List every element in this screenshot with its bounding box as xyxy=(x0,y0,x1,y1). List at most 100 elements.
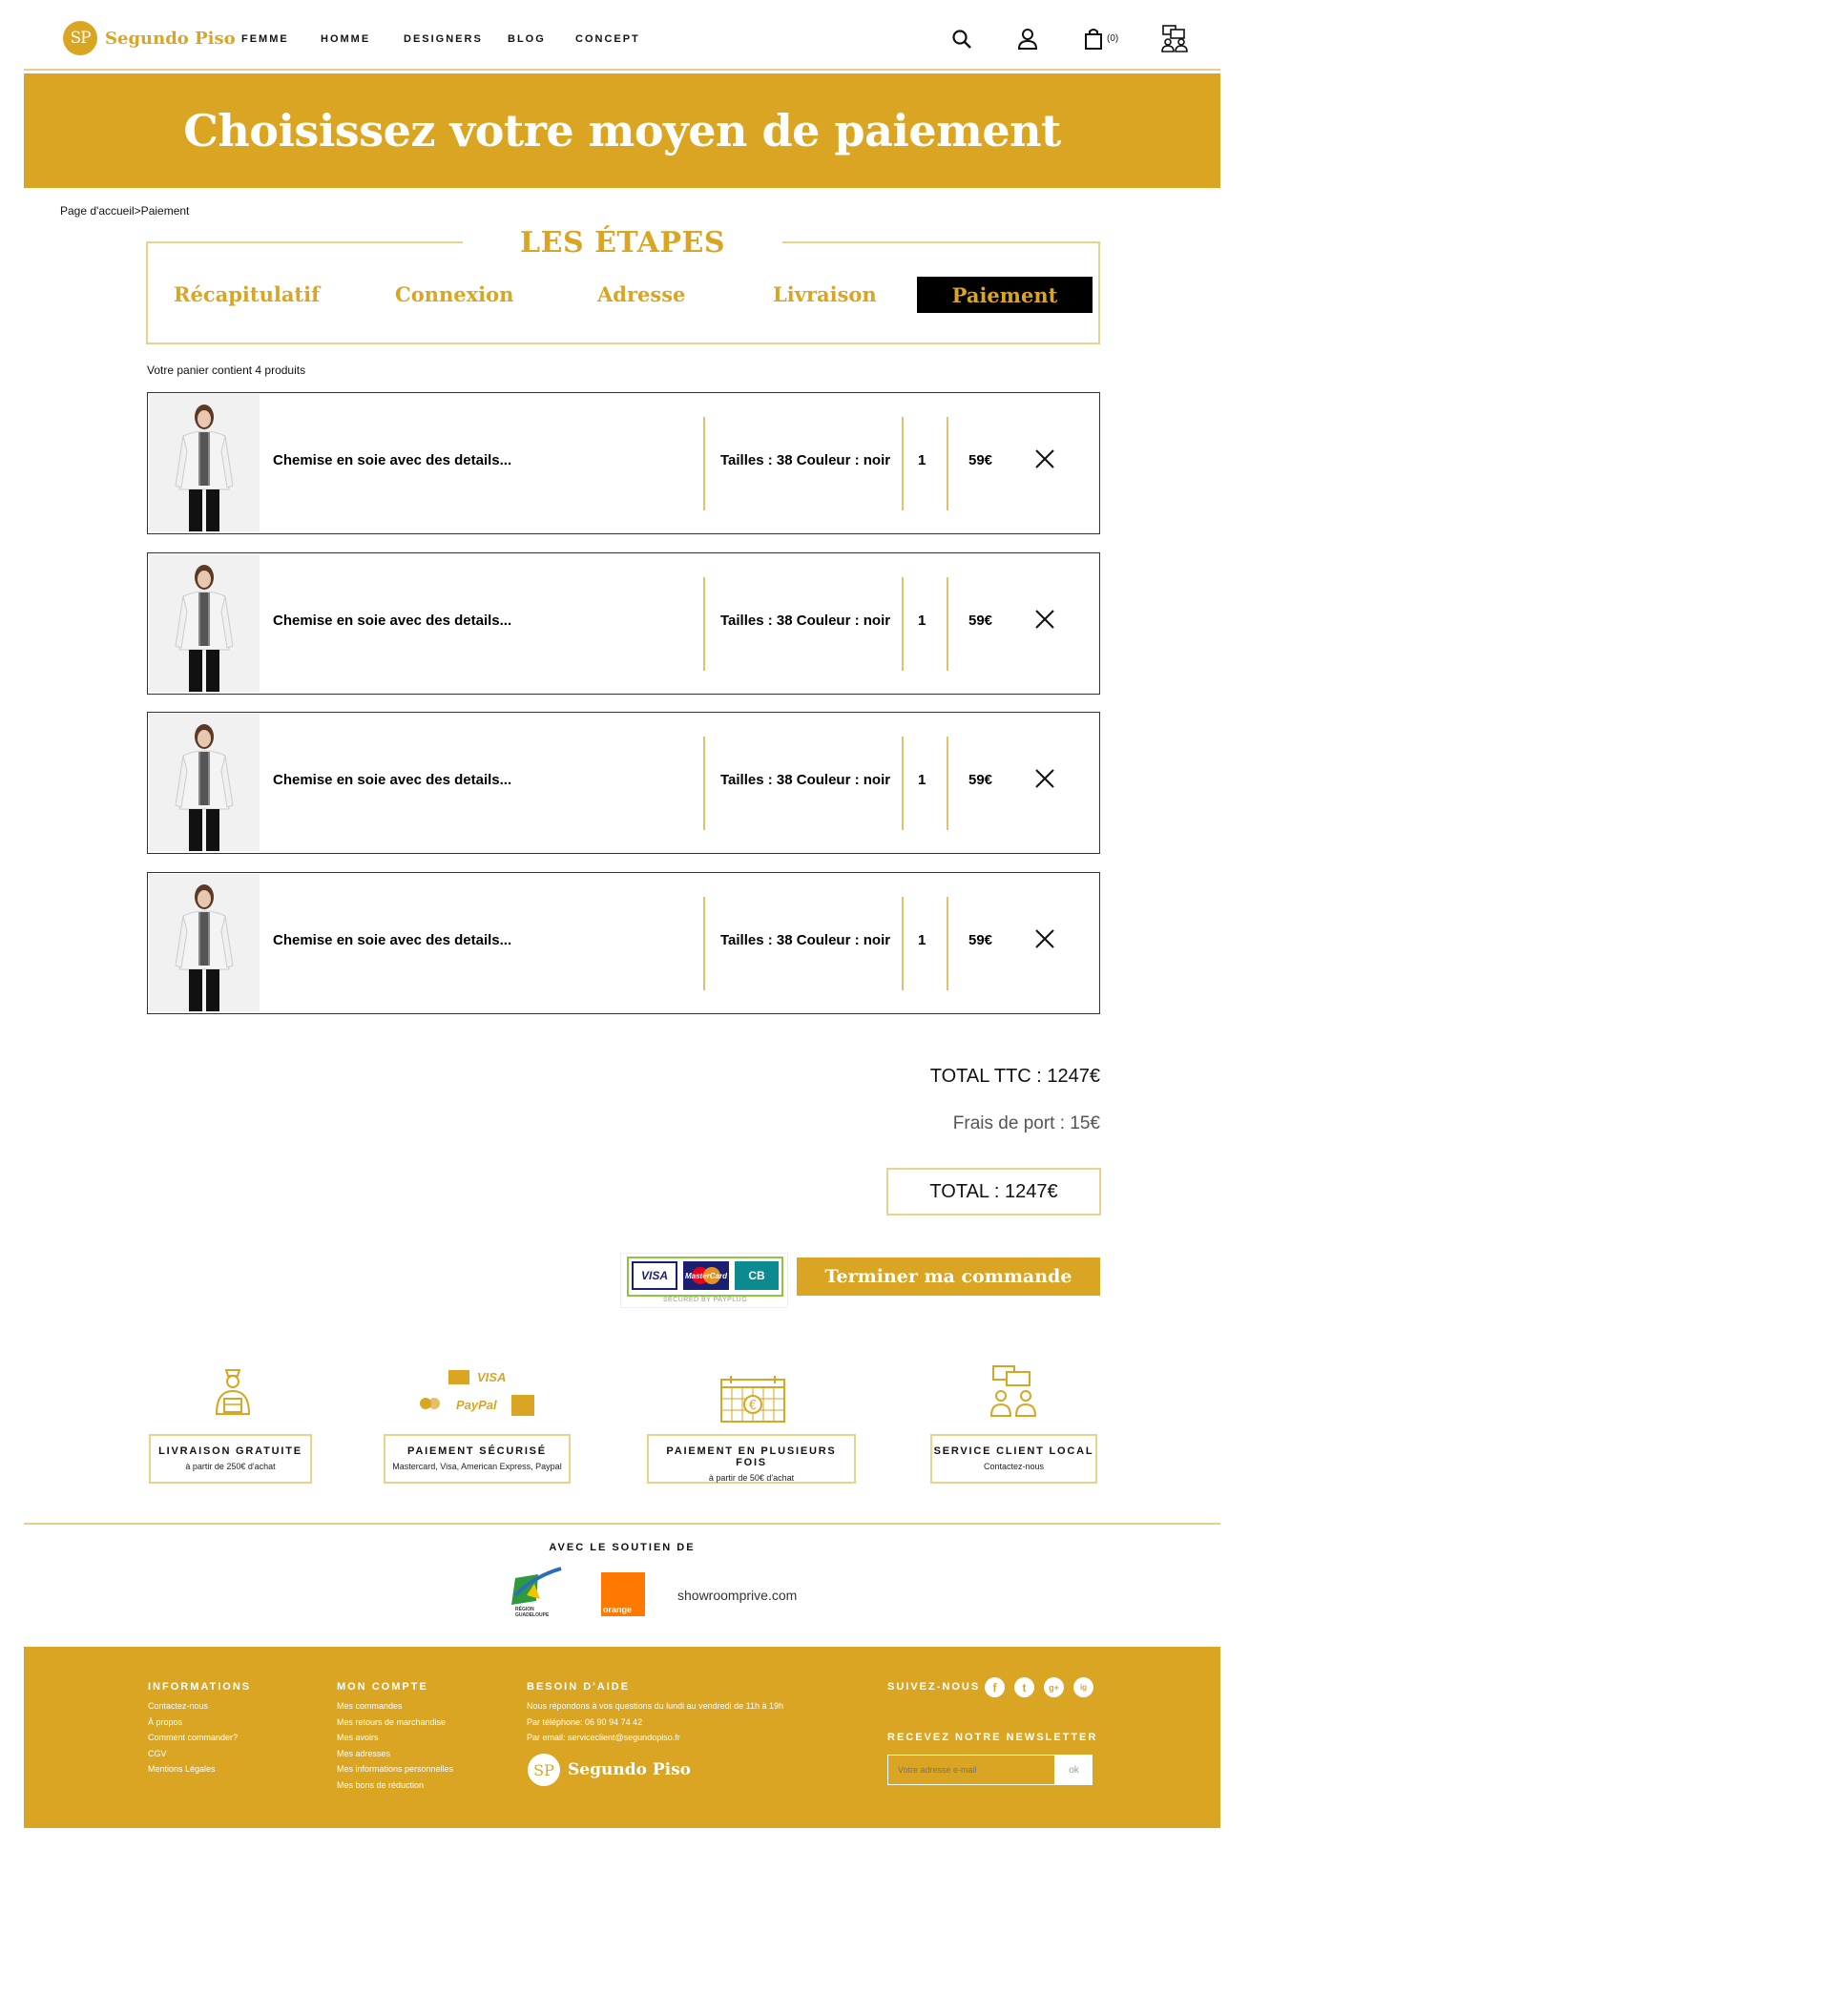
product-image[interactable] xyxy=(149,554,260,692)
column-divider xyxy=(902,897,904,990)
page-title: Choisissez votre moyen de paiement xyxy=(183,105,1061,156)
feature-installments: PAIEMENT EN PLUSIEURS FOIS à partir de 5… xyxy=(647,1434,856,1484)
logo-mark: SP xyxy=(63,21,97,55)
shipping-cost: Frais de port : 15€ xyxy=(952,1113,1100,1133)
feature-free-delivery: LIVRAISON GRATUITE à partir de 250€ d'ac… xyxy=(149,1434,312,1484)
product-price: 59€ xyxy=(968,613,993,629)
product-quantity[interactable]: 1 xyxy=(918,932,926,948)
footer-info-title: INFORMATIONS xyxy=(148,1681,252,1693)
newsletter-email-input[interactable] xyxy=(887,1755,1055,1785)
chat-users-icon[interactable] xyxy=(1159,23,1192,55)
section-divider xyxy=(24,1523,1220,1525)
footer-help-lines: Nous répondons à vos questions du lundi … xyxy=(527,1698,783,1746)
order-total: TOTAL : 1247€ xyxy=(886,1168,1101,1216)
cart-icon[interactable] xyxy=(1079,25,1108,53)
footer-logo-mark: SP xyxy=(528,1754,560,1786)
product-name[interactable]: Chemise en soie avec des details... xyxy=(273,772,511,788)
svg-text:€: € xyxy=(749,1399,757,1413)
product-price: 59€ xyxy=(968,772,993,788)
step-livraison[interactable]: Livraison xyxy=(773,282,877,306)
footer-brand-name: Segundo Piso xyxy=(568,1760,691,1779)
finish-order-button[interactable]: Terminer ma commande xyxy=(797,1257,1100,1296)
product-quantity[interactable]: 1 xyxy=(918,772,926,788)
footer-account-title: MON COMPTE xyxy=(337,1681,428,1693)
column-divider xyxy=(703,897,705,990)
calendar-euro-icon: € xyxy=(719,1374,786,1424)
help-hours: Nous répondons à vos questions du lundi … xyxy=(527,1701,784,1711)
remove-item-icon[interactable] xyxy=(1033,608,1056,631)
nav-designers[interactable]: DESIGNERS xyxy=(404,33,483,45)
product-attributes: Tailles : 38 Couleur : noir xyxy=(720,932,891,948)
footer-link[interactable]: Mes adresses xyxy=(337,1746,453,1762)
newsletter-title: RECEVEZ NOTRE NEWSLETTER xyxy=(887,1732,1098,1743)
footer-link[interactable]: À propos xyxy=(148,1715,238,1731)
follow-title: SUIVEZ-NOUS xyxy=(887,1681,981,1693)
step-connexion[interactable]: Connexion xyxy=(395,282,513,306)
instagram-icon[interactable]: ig xyxy=(1073,1677,1093,1697)
footer-info-links: Contactez-nous À propos Comment commande… xyxy=(148,1698,238,1777)
mastercard-icon: MasterCard xyxy=(683,1261,729,1290)
step-recapitulatif[interactable]: Récapitulatif xyxy=(174,282,320,306)
footer-link[interactable]: CGV xyxy=(148,1746,238,1762)
google-plus-icon[interactable]: g+ xyxy=(1044,1677,1064,1697)
product-name[interactable]: Chemise en soie avec des details... xyxy=(273,452,511,468)
footer-link[interactable]: Mes retours de marchandise xyxy=(337,1715,453,1731)
product-attributes: Tailles : 38 Couleur : noir xyxy=(720,772,891,788)
remove-item-icon[interactable] xyxy=(1033,447,1056,470)
twitter-icon[interactable]: t xyxy=(1014,1677,1034,1697)
footer-link[interactable]: Mentions Légales xyxy=(148,1761,238,1777)
steps-title-wrap: LES ÉTAPES xyxy=(463,222,782,262)
column-divider xyxy=(902,577,904,671)
remove-item-icon[interactable] xyxy=(1033,927,1056,950)
footer-link[interactable]: Mes bons de réduction xyxy=(337,1777,453,1794)
orange-logo: orange xyxy=(601,1572,645,1616)
search-icon[interactable] xyxy=(947,25,976,53)
footer-link[interactable]: Contactez-nous xyxy=(148,1698,238,1715)
step-adresse[interactable]: Adresse xyxy=(597,282,685,306)
product-image[interactable] xyxy=(149,394,260,531)
help-phone[interactable]: Par téléphone: 06 90 94 74 42 xyxy=(527,1715,783,1731)
help-email[interactable]: Par email: serviceclient@segundopiso.fr xyxy=(527,1730,783,1746)
newsletter-submit-button[interactable]: ok xyxy=(1055,1755,1093,1785)
product-quantity[interactable]: 1 xyxy=(918,613,926,629)
breadcrumb[interactable]: Page d'accueil>Paiement xyxy=(60,204,189,218)
product-name[interactable]: Chemise en soie avec des details... xyxy=(273,932,511,948)
footer-link[interactable]: Mes commandes xyxy=(337,1698,453,1715)
product-name[interactable]: Chemise en soie avec des details... xyxy=(273,613,511,629)
showroomprive-logo: showroomprive.com xyxy=(677,1588,798,1603)
customer-service-icon xyxy=(988,1364,1041,1422)
column-divider xyxy=(703,577,705,671)
feature-local-service[interactable]: SERVICE CLIENT LOCAL Contactez-nous xyxy=(930,1434,1097,1484)
product-price: 59€ xyxy=(968,452,993,468)
column-divider xyxy=(902,417,904,510)
step-paiement-active[interactable]: Paiement xyxy=(917,277,1093,313)
page-banner: Choisissez votre moyen de paiement xyxy=(24,73,1220,188)
footer-link[interactable]: Comment commander? xyxy=(148,1730,238,1746)
nav-femme[interactable]: FEMME xyxy=(241,33,289,45)
user-icon[interactable] xyxy=(1013,25,1042,53)
payment-cards-icon: VISA PayPal xyxy=(420,1370,544,1425)
product-image[interactable] xyxy=(149,714,260,851)
nav-homme[interactable]: HOMME xyxy=(321,33,370,45)
brand-logo[interactable]: SP Segundo Piso xyxy=(63,21,236,55)
column-divider xyxy=(703,417,705,510)
cart-item-row: Chemise en soie avec des details... Taill… xyxy=(147,712,1100,854)
remove-item-icon[interactable] xyxy=(1033,767,1056,790)
nav-blog[interactable]: BLOG xyxy=(508,33,546,45)
footer-logo[interactable]: SP Segundo Piso xyxy=(528,1754,691,1786)
product-quantity[interactable]: 1 xyxy=(918,452,926,468)
delivery-icon xyxy=(209,1366,257,1424)
footer-link[interactable]: Mes avoirs xyxy=(337,1730,453,1746)
payplug-badge: VISA MasterCard CB SECURED BY PAYPLUG xyxy=(620,1253,788,1308)
nav-concept[interactable]: CONCEPT xyxy=(575,33,640,45)
steps-title: LES ÉTAPES xyxy=(520,225,725,260)
product-attributes: Tailles : 38 Couleur : noir xyxy=(720,613,891,629)
region-guadeloupe-logo: RÉGION GUADELOUPE xyxy=(506,1567,563,1620)
facebook-icon[interactable]: f xyxy=(985,1677,1005,1697)
product-image[interactable] xyxy=(149,874,260,1011)
header-divider xyxy=(24,69,1220,71)
payplug-caption: SECURED BY PAYPLUG xyxy=(662,1297,748,1303)
footer-link[interactable]: Mes informations personnelles xyxy=(337,1761,453,1777)
cart-item-row: Chemise en soie avec des details... Taill… xyxy=(147,872,1100,1014)
brand-name: Segundo Piso xyxy=(105,28,236,49)
